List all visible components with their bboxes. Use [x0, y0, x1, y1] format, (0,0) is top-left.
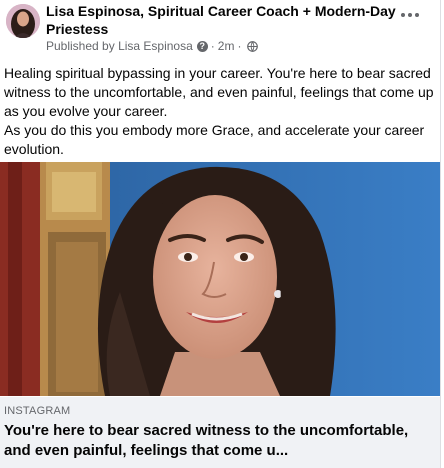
globe-icon [247, 40, 259, 52]
link-preview[interactable]: INSTAGRAM You're here to bear sacred wit… [0, 397, 440, 468]
published-by-name[interactable]: Lisa Espinosa [118, 39, 193, 53]
post-image[interactable] [0, 162, 440, 396]
link-title[interactable]: You're here to bear sacred witness to th… [4, 421, 424, 461]
post-card: Lisa Espinosa, Spiritual Career Coach + … [0, 0, 441, 468]
meta-separator: · [210, 39, 215, 53]
video-still [0, 162, 440, 396]
question-icon[interactable]: ? [196, 40, 208, 52]
meta-separator: · [237, 39, 242, 53]
post-header: Lisa Espinosa, Spiritual Career Coach + … [0, 0, 440, 58]
author-name[interactable]: Lisa Espinosa, Spiritual Career Coach + … [46, 2, 396, 38]
more-options-icon[interactable] [396, 6, 424, 24]
post-meta: Published by Lisa Espinosa ? · 2m · [46, 39, 259, 53]
post-text-line: As you do this you embody more Grace, an… [4, 122, 425, 157]
avatar-image [6, 4, 40, 38]
author-avatar[interactable] [6, 4, 40, 38]
published-prefix: Published by [46, 39, 115, 53]
post-time[interactable]: 2m [218, 39, 235, 53]
link-source: INSTAGRAM [4, 405, 71, 417]
post-text-line: Healing spiritual bypassing in your care… [4, 65, 434, 119]
post-text: Healing spiritual bypassing in your care… [4, 64, 434, 159]
